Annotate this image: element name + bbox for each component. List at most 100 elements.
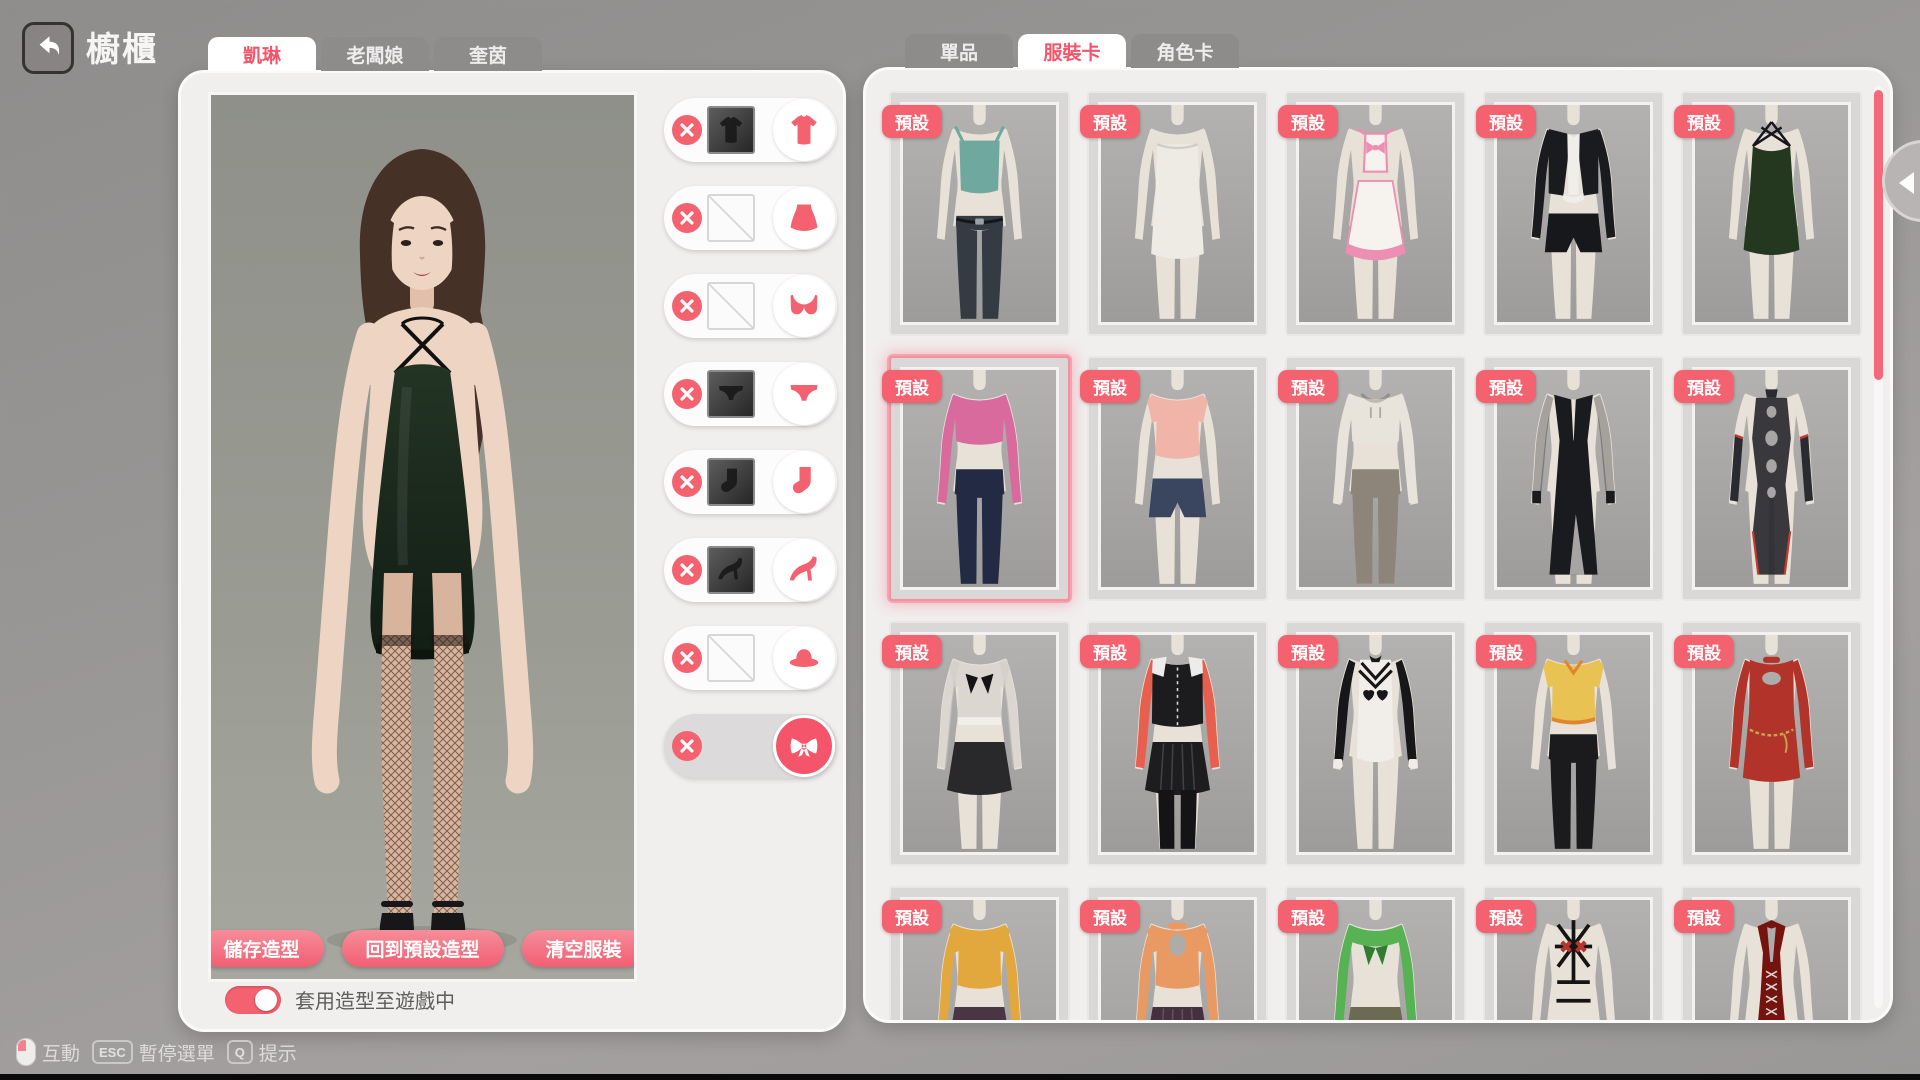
save-outfit-button[interactable]: 儲存造型 [208,930,324,967]
scrollbar-thumb[interactable] [1874,90,1883,380]
outfit-card-6-selected[interactable]: 預設 [889,356,1070,601]
character-tabs: 凱琳老闆娘奎茵 [208,37,542,71]
tab-wardrobe-2[interactable]: 角色卡 [1131,34,1239,68]
outfit-card-7[interactable]: 預設 [1087,356,1268,601]
hotkey-interact: 互動 [16,1038,80,1066]
outfit-card-10[interactable]: 預設 [1681,356,1862,601]
outfit-card-14[interactable]: 預設 [1483,621,1664,866]
preset-badge: 預設 [882,635,942,668]
tab-wardrobe-0[interactable]: 單品 [905,34,1013,68]
preset-badge: 預設 [1476,105,1536,138]
outfit-card-13[interactable]: 預設 [1285,621,1466,866]
slot-hat-thumbnail[interactable] [707,634,755,682]
outfit-card-17[interactable]: 預設 [1087,886,1268,1023]
apply-outfit-label: 套用造型至遊戲中 [295,985,455,1014]
outfit-card-11[interactable]: 預設 [889,621,1070,866]
hotkey-label: 提示 [259,1039,297,1066]
preset-badge: 預設 [1674,635,1734,668]
reset-outfit-button[interactable]: 回到預設造型 [342,930,504,967]
outfit-card-18[interactable]: 預設 [1285,886,1466,1023]
x-icon [679,474,695,490]
remove-shoes-button[interactable] [672,555,702,585]
slot-top[interactable] [664,98,837,162]
slot-panties[interactable] [664,362,837,426]
x-icon [679,298,695,314]
bra-icon[interactable] [773,275,835,337]
preset-badge: 預設 [1476,900,1536,933]
wardrobe-tabs: 單品服裝卡角色卡 [905,34,1239,68]
tab-character-0[interactable]: 凱琳 [208,37,316,71]
hat-icon[interactable] [773,627,835,689]
slot-skirt[interactable] [664,186,837,250]
remove-skirt-button[interactable] [672,203,702,233]
slot-shoes[interactable] [664,538,837,602]
preset-badge: 預設 [1674,370,1734,403]
mouse-icon [16,1038,36,1066]
tshirt-icon[interactable] [773,99,835,161]
slot-hat[interactable] [664,626,837,690]
x-icon [679,738,695,754]
letterbox-strip [0,1074,1920,1080]
remove-hat-button[interactable] [672,643,702,673]
sock-icon[interactable] [773,451,835,513]
preset-badge: 預設 [1476,370,1536,403]
outfit-card-1[interactable]: 預設 [889,91,1070,336]
preset-badge: 預設 [1674,900,1734,933]
outfit-card-19[interactable]: 預設 [1483,886,1664,1023]
remove-top-button[interactable] [672,115,702,145]
slot-accessory[interactable] [664,714,837,778]
keycap-q: Q [227,1040,253,1064]
outfit-card-3[interactable]: 預設 [1285,91,1466,336]
remove-socks-button[interactable] [672,467,702,497]
outfit-card-2[interactable]: 預設 [1087,91,1268,336]
remove-panties-button[interactable] [672,379,702,409]
apply-outfit-toggle[interactable] [225,986,281,1014]
outfit-card-9[interactable]: 預設 [1483,356,1664,601]
skirt-icon[interactable] [773,187,835,249]
tab-wardrobe-1[interactable]: 服裝卡 [1018,34,1126,68]
slot-panties-thumbnail[interactable] [707,370,755,418]
page-title: 櫥櫃 [86,22,158,71]
apply-toggle-row: 套用造型至遊戲中 [225,985,455,1014]
outfit-card-15[interactable]: 預設 [1681,621,1862,866]
panties-icon[interactable] [773,363,835,425]
slot-socks-thumbnail[interactable] [707,458,755,506]
x-icon [679,650,695,666]
character-render [211,95,634,979]
toggle-knob [255,989,277,1011]
tab-character-1[interactable]: 老闆娘 [321,37,429,71]
preset-badge: 預設 [1080,370,1140,403]
hotkey-esc: ESC暫停選單 [92,1039,215,1066]
x-icon [679,122,695,138]
slot-shoes-thumbnail[interactable] [707,546,755,594]
tab-character-2[interactable]: 奎茵 [434,37,542,71]
outfit-card-8[interactable]: 預設 [1285,356,1466,601]
slot-skirt-thumbnail[interactable] [707,194,755,242]
slot-bra-thumbnail[interactable] [707,282,755,330]
bow-icon[interactable] [773,715,835,777]
preset-badge: 預設 [1080,900,1140,933]
remove-bra-button[interactable] [672,291,702,321]
outfit-card-4[interactable]: 預設 [1483,91,1664,336]
scrollbar-track[interactable] [1874,86,1883,1008]
outfit-card-5[interactable]: 預設 [1681,91,1862,336]
back-button[interactable] [22,22,74,74]
remove-accessory-button[interactable] [672,731,702,761]
back-arrow-icon [33,31,63,66]
slot-top-thumbnail[interactable] [707,106,755,154]
slot-socks[interactable] [664,450,837,514]
heel-icon[interactable] [773,539,835,601]
hotkey-q: Q提示 [227,1039,297,1066]
preset-badge: 預設 [1278,635,1338,668]
slot-bra[interactable] [664,274,837,338]
equipment-slots [664,98,837,802]
outfit-card-16[interactable]: 預設 [889,886,1070,1023]
hotkey-label: 互動 [42,1039,80,1066]
preset-badge: 預設 [1278,370,1338,403]
outfit-card-12[interactable]: 預設 [1087,621,1268,866]
outfit-card-20[interactable]: 預設 [1681,886,1862,1023]
preset-badge: 預設 [1278,900,1338,933]
preset-badge: 預設 [1080,105,1140,138]
x-icon [679,386,695,402]
clear-clothes-button[interactable]: 清空服裝 [522,930,637,967]
